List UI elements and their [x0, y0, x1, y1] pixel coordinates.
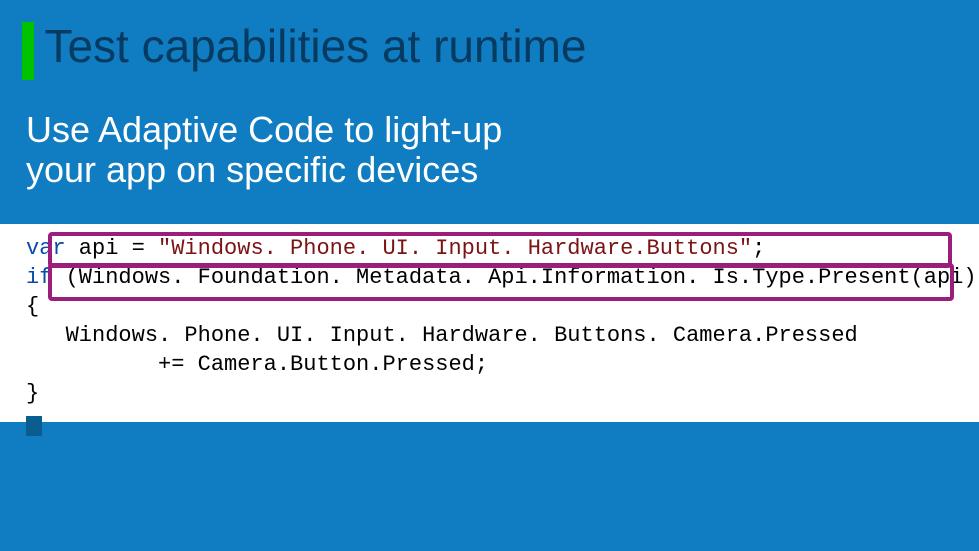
slide: Test capabilities at runtime Use Adaptiv… — [0, 0, 979, 551]
code-string-literal: "Windows. Phone. UI. Input. Hardware.But… — [158, 236, 752, 261]
code-block: var api = "Windows. Phone. UI. Input. Ha… — [0, 234, 979, 408]
code-body-line-1: Windows. Phone. UI. Input. Hardware. But… — [26, 323, 858, 348]
subtitle-line-2: your app on specific devices — [26, 150, 502, 190]
subtitle-line-1: Use Adaptive Code to light-up — [26, 110, 502, 150]
code-keyword-if: if — [26, 265, 52, 290]
code-brace-close: } — [26, 381, 39, 406]
code-keyword-var: var — [26, 236, 66, 261]
code-eq: = — [132, 236, 158, 261]
code-varname: api — [66, 236, 132, 261]
code-semi-1: ; — [752, 236, 765, 261]
code-body-line-2: += Camera.Button.Pressed; — [26, 352, 488, 377]
slide-title: Test capabilities at runtime — [44, 22, 586, 70]
code-condition: (Windows. Foundation. Metadata. Api.Info… — [52, 265, 979, 290]
code-brace-open: { — [26, 294, 39, 319]
title-block: Test capabilities at runtime — [22, 22, 586, 80]
end-marker — [26, 416, 42, 436]
title-accent-bar — [22, 22, 34, 80]
slide-subtitle: Use Adaptive Code to light-up your app o… — [26, 110, 502, 189]
code-panel: var api = "Windows. Phone. UI. Input. Ha… — [0, 224, 979, 422]
